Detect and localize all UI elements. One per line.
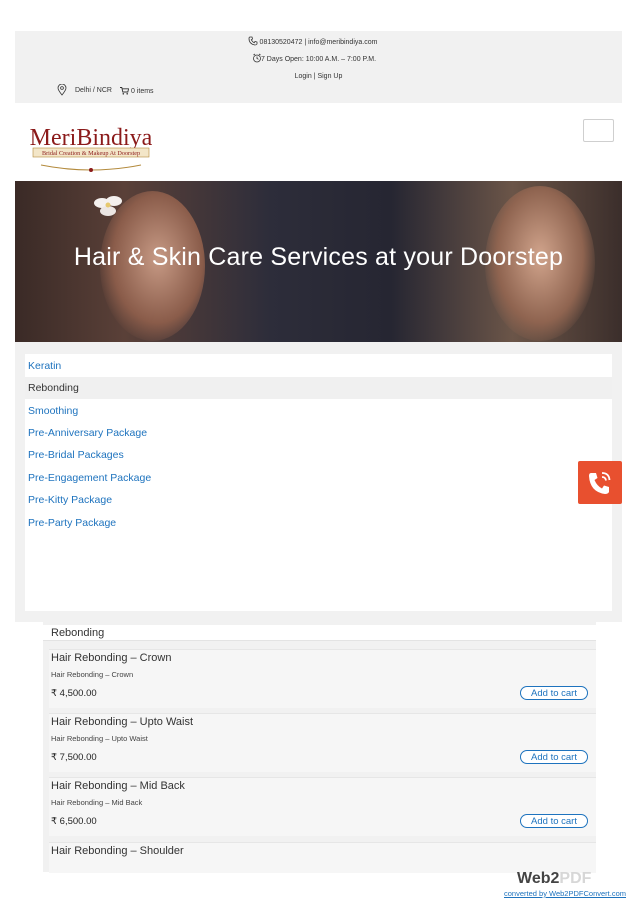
flower-icon [94,196,122,216]
category-list: Keratin Rebonding Smoothing Pre-Annivers… [25,354,612,611]
shopping-cart-icon [120,87,129,95]
product-name[interactable]: Hair Rebonding – Shoulder [51,845,184,857]
menu-toggle-button[interactable] [583,119,614,142]
phone-call-icon [589,472,611,494]
add-to-cart-button[interactable]: Add to cart [520,686,588,700]
login-signup-link[interactable]: Login | Sign Up [15,73,622,80]
product-name[interactable]: Hair Rebonding – Upto Waist [51,716,193,728]
category-pre-bridal-packages[interactable]: Pre-Bridal Packages [25,444,612,466]
category-pre-kitty-package[interactable]: Pre-Kitty Package [25,489,612,511]
contact-line[interactable]: 08130520472 | info@meribindiya.com [15,39,622,46]
product-price: ₹ 6,500.00 [51,816,97,827]
product-card: Hair Rebonding – Crown Hair Rebonding – … [49,649,596,708]
category-keratin[interactable]: Keratin [25,355,612,377]
product-description: Hair Rebonding – Mid Back [51,798,143,807]
add-to-cart-button[interactable]: Add to cart [520,814,588,828]
opening-hours: 7 Days Open: 10:00 A.M. – 7:00 P.M. [260,56,377,63]
web2pdf-logo-pdf: PDF [559,870,592,887]
category-smoothing[interactable]: Smoothing [25,400,612,422]
product-card: Hair Rebonding – Shoulder [49,842,596,873]
product-description: Hair Rebonding – Upto Waist [51,734,148,743]
location-label: Delhi / NCR [75,86,112,94]
hero-banner: Hair & Skin Care Services at your Doorst… [15,181,622,342]
location-selector[interactable]: Delhi / NCR [57,84,112,96]
converted-by-link[interactable]: converted by Web2PDFConvert.com [504,889,626,898]
category-pre-anniversary-package[interactable]: Pre-Anniversary Package [25,422,612,444]
meribindiya-logo[interactable]: MeriBindiya Bridal Creation & Makeup At … [23,115,159,177]
cart-link[interactable]: 0 items [120,87,154,95]
hero-title: Hair & Skin Care Services at your Doorst… [73,243,564,271]
product-section: Rebonding Hair Rebonding – Crown Hair Re… [43,622,596,873]
product-price: ₹ 4,500.00 [51,688,97,699]
web2pdf-logo-web: Web2 [517,870,560,887]
product-card: Hair Rebonding – Upto Waist Hair Rebondi… [49,713,596,772]
svg-text:MeriBindiya: MeriBindiya [30,125,153,151]
add-to-cart-button[interactable]: Add to cart [520,750,588,764]
cart-count: 0 items [131,87,154,95]
product-name[interactable]: Hair Rebonding – Mid Back [51,780,185,792]
section-title: Rebonding [43,625,596,641]
web2pdf-logo: Web2PDF [517,870,591,888]
category-rebonding[interactable]: Rebonding [25,377,612,399]
product-name[interactable]: Hair Rebonding – Crown [51,652,171,664]
top-info-bar: 08130520472 | info@meribindiya.com 7 Day… [15,31,622,103]
product-description: Hair Rebonding – Crown [51,670,134,679]
location-pin-icon [57,84,67,96]
call-button[interactable] [578,461,622,504]
product-price: ₹ 7,500.00 [51,752,97,763]
svg-text:Bridal Creation & Makeup At Do: Bridal Creation & Makeup At Doorstep [42,150,140,157]
product-card: Hair Rebonding – Mid Back Hair Rebonding… [49,777,596,836]
category-pre-party-package[interactable]: Pre-Party Package [25,512,612,534]
category-pre-engagement-package[interactable]: Pre-Engagement Package [25,467,612,489]
